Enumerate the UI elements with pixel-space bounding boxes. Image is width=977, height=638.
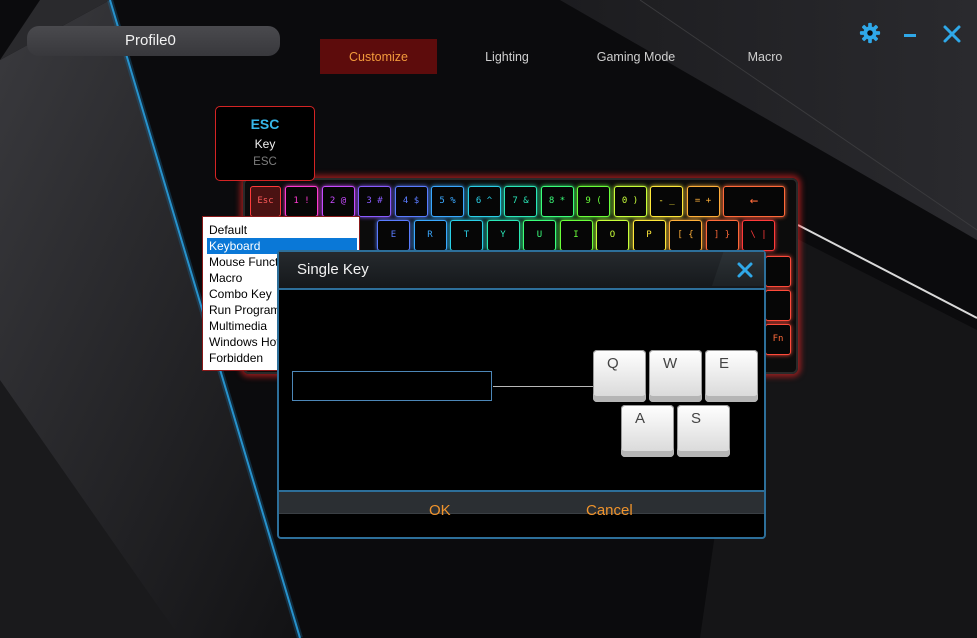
close-window-button[interactable]: [942, 22, 962, 49]
keycap-e[interactable]: E: [705, 350, 758, 402]
keycap-q[interactable]: Q: [593, 350, 646, 402]
keyboard-key[interactable]: \ |: [742, 220, 775, 251]
keycap-a[interactable]: A: [621, 405, 674, 457]
tab-gaming-mode[interactable]: Gaming Mode: [578, 39, 694, 74]
minimize-button[interactable]: [902, 22, 918, 49]
tab-lighting[interactable]: Lighting: [458, 39, 556, 74]
dialog-header: Single Key: [279, 252, 764, 290]
close-icon: [943, 25, 961, 43]
keyboard-key[interactable]: 2 @: [321, 186, 355, 217]
settings-button[interactable]: [859, 22, 881, 49]
profile-name-field[interactable]: Profile0: [27, 26, 280, 56]
cancel-button[interactable]: Cancel: [586, 502, 633, 519]
keyboard-key[interactable]: = +: [686, 186, 720, 217]
minimize-icon: [904, 34, 916, 37]
keyboard-key[interactable]: 5 %: [431, 186, 464, 217]
keyboard-key[interactable]: 0 ): [613, 186, 647, 217]
keyboard-key[interactable]: R: [413, 220, 447, 251]
key-esc[interactable]: Esc: [250, 186, 281, 217]
keyboard-key[interactable]: 8 *: [540, 186, 574, 217]
keyboard-key[interactable]: U: [523, 220, 556, 251]
tab-macro[interactable]: Macro: [720, 39, 810, 74]
keyboard-key[interactable]: O: [596, 220, 629, 251]
dialog-footer: [279, 490, 764, 514]
key-fn[interactable]: Fn: [765, 324, 791, 355]
dialog-close-button[interactable]: [712, 252, 764, 286]
connector-line: [493, 386, 593, 387]
keyboard-key[interactable]: [765, 290, 791, 321]
keyboard-key[interactable]: 6 ^: [467, 186, 501, 217]
keyboard-key[interactable]: 1 !: [285, 186, 318, 217]
keyboard-key[interactable]: 4 $: [394, 186, 428, 217]
keyboard-key[interactable]: 7 &: [504, 186, 537, 217]
keyboard-key[interactable]: ←: [723, 186, 785, 217]
dialog-title: Single Key: [297, 261, 369, 278]
keyboard-key[interactable]: ] }: [705, 220, 739, 251]
selected-key-info: ESC Key ESC: [215, 106, 315, 181]
keyboard-key[interactable]: P: [632, 220, 666, 251]
keyboard-key[interactable]: [ {: [669, 220, 702, 251]
single-key-dialog: Single Key Q W E A S OK Cancel: [277, 250, 766, 539]
tab-customize[interactable]: Customize: [320, 39, 437, 74]
keycap-w[interactable]: W: [649, 350, 702, 402]
keyboard-key[interactable]: [765, 256, 791, 287]
key-type-option-default[interactable]: Default: [203, 222, 359, 238]
keyboard-key[interactable]: 3 #: [358, 186, 391, 217]
keyboard-key[interactable]: Y: [486, 220, 520, 251]
key-name: ESC: [250, 116, 280, 132]
keyboard-key[interactable]: E: [377, 220, 410, 251]
key-capture-input[interactable]: [292, 371, 492, 401]
ok-button[interactable]: OK: [429, 502, 451, 519]
keyboard-key[interactable]: 9 (: [577, 186, 610, 217]
keyboard-key[interactable]: I: [559, 220, 593, 251]
key-type: Key: [254, 137, 276, 151]
keycap-s[interactable]: S: [677, 405, 730, 457]
close-icon: [737, 262, 753, 278]
keyboard-key[interactable]: - _: [650, 186, 683, 217]
keyboard-key[interactable]: T: [450, 220, 483, 251]
key-value: ESC: [253, 156, 277, 168]
gear-icon: [859, 22, 881, 44]
